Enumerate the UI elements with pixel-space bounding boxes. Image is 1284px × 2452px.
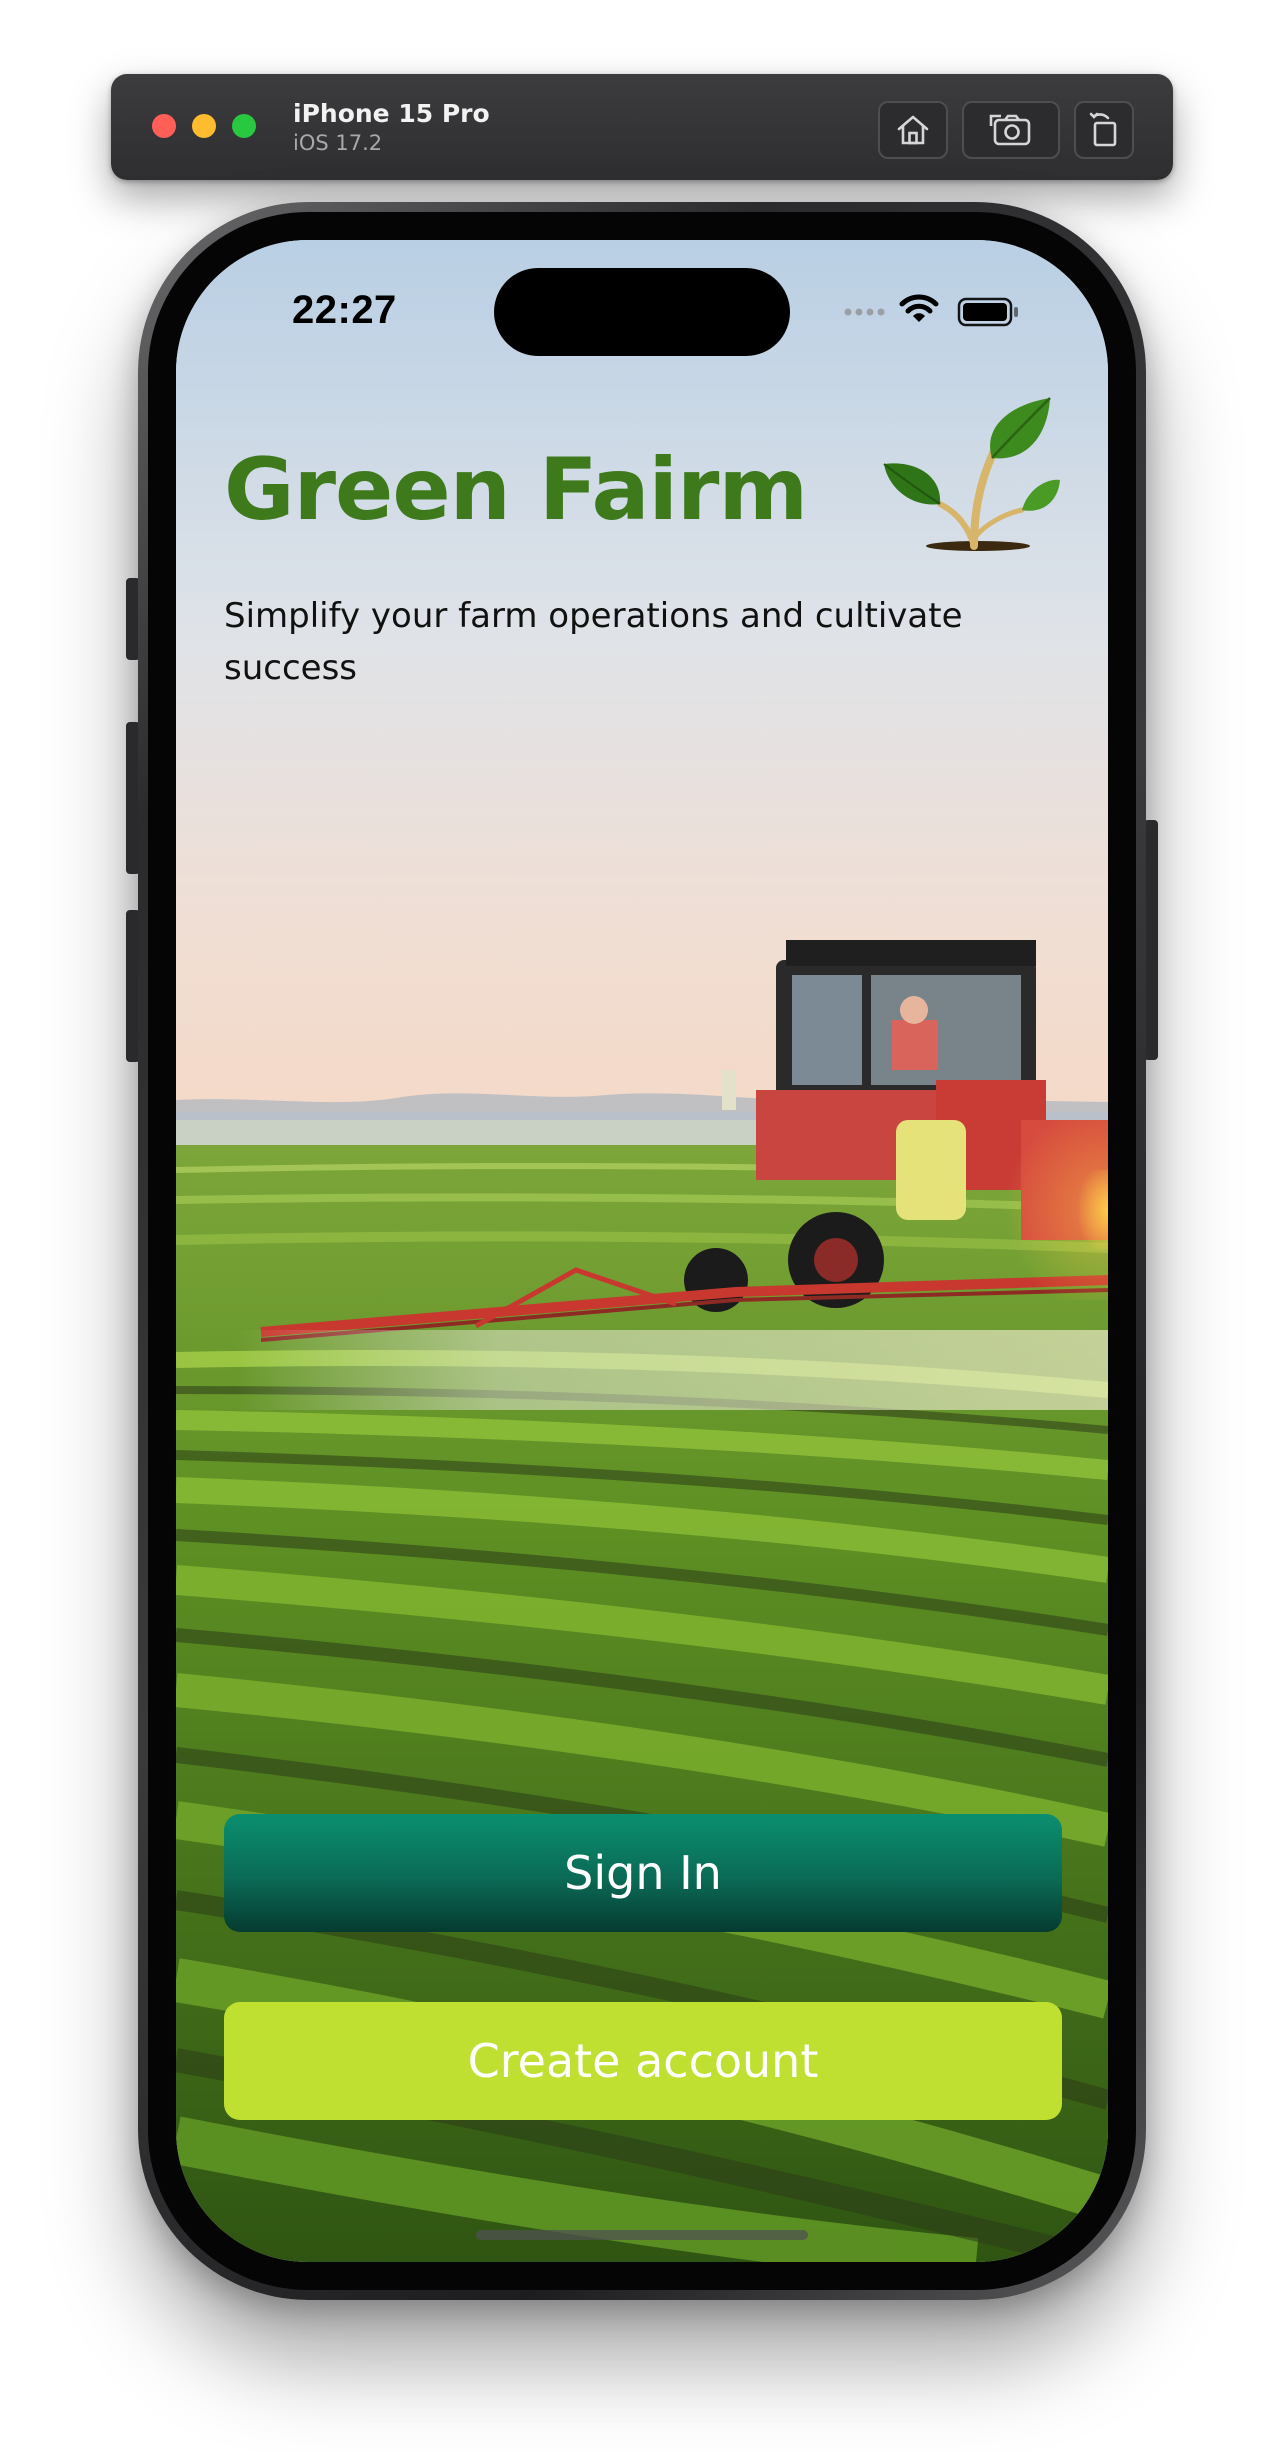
rotate-button[interactable] [1074,101,1134,159]
power-button[interactable] [1144,820,1158,1060]
app-title: Green Fairm [224,440,808,540]
rotate-icon [1089,112,1117,147]
wifi-icon [899,294,939,322]
home-icon [897,115,929,145]
device-screen: 22:27 Green Fairm Simplify your farm ope… [176,240,1108,2262]
status-icons [844,294,1018,327]
status-time: 22:27 [292,288,397,332]
app-tagline: Simplify your farm operations and cultiv… [224,596,963,688]
screenshot-button[interactable] [962,101,1060,159]
zoom-window-button[interactable] [232,114,256,138]
home-button[interactable] [878,101,948,159]
simulator-device-name: iPhone 15 Pro [293,99,490,128]
sign-in-button[interactable]: Sign In [224,1814,1062,1932]
battery-icon [957,297,1018,327]
cellular-dots-icon [844,308,885,316]
close-window-button[interactable] [152,114,176,138]
simulator-os-version: iOS 17.2 [293,131,383,155]
create-account-button[interactable]: Create account [224,2002,1062,2120]
minimize-window-button[interactable] [192,114,216,138]
sprout-leaf-icon [883,397,1060,551]
dynamic-island [494,268,790,356]
screenshot-icon [989,114,1031,146]
home-indicator[interactable] [476,2230,808,2240]
